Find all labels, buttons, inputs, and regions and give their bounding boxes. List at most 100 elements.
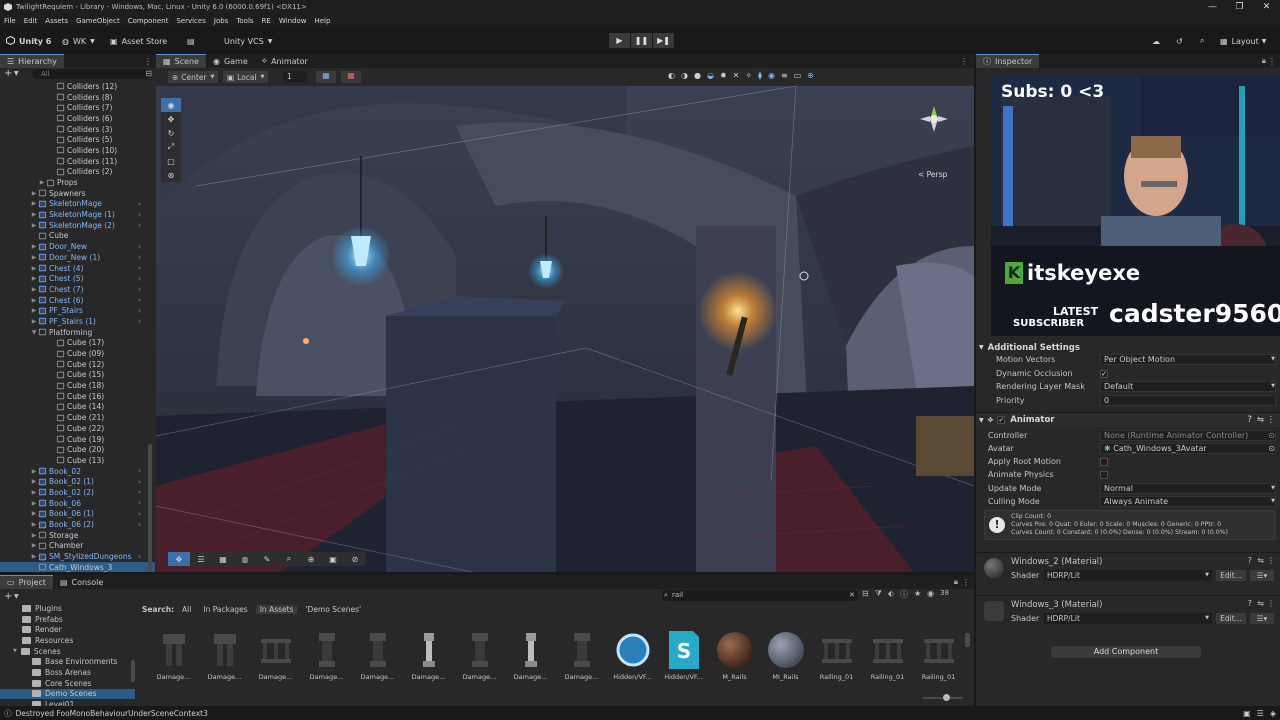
grid-icon[interactable]: ▦ — [212, 552, 234, 566]
hierarchy-item[interactable]: Colliders (12) — [0, 81, 155, 92]
folder-item[interactable]: Base Environments — [0, 656, 135, 667]
hierarchy-scrollbar[interactable] — [148, 444, 152, 572]
filter-demo-scenes[interactable]: 'Demo Scenes' — [301, 605, 365, 614]
folder-item[interactable]: Render — [0, 624, 135, 635]
asset-item[interactable]: Damage... — [454, 630, 505, 681]
expand-arrow-icon[interactable]: ▶ — [30, 307, 38, 314]
scene-viewport[interactable]: ◉ ✥ ↻ ⤢ ▢ ⊛ < Persp ✥ ☰ ▦ ◍ ✎ ⌕ ⊕ ▣ ⊘ — [156, 86, 974, 572]
expand-arrow-icon[interactable]: ▶ — [30, 297, 38, 304]
hierarchy-item[interactable]: Cube (13) — [0, 455, 155, 466]
open-prefab-icon[interactable]: › — [138, 467, 141, 475]
help-icon[interactable]: ? — [1247, 415, 1252, 425]
add-asset-button[interactable]: + — [4, 591, 12, 602]
hierarchy-item[interactable]: ▶ SM_StylizedDungeons › — [0, 551, 155, 562]
move-tool-icon[interactable]: ✥ — [161, 112, 181, 126]
expand-arrow-icon[interactable]: ▼ — [30, 329, 38, 336]
effects-icon[interactable]: ⧫ — [758, 71, 762, 80]
folder-item[interactable]: Level01 — [0, 699, 135, 706]
chevron-down-icon[interactable]: ▼ — [14, 593, 19, 600]
expand-arrow-icon[interactable]: ▶ — [30, 478, 38, 485]
open-prefab-icon[interactable]: › — [138, 510, 141, 518]
hierarchy-item[interactable]: Colliders (2) — [0, 167, 155, 178]
search-icon[interactable]: ⌕ — [1200, 34, 1204, 48]
shaded-icon[interactable]: ◑ — [681, 71, 688, 80]
preset-icon[interactable]: ⇋ — [1257, 599, 1264, 608]
animator-enabled-checkbox[interactable]: ✓ — [997, 416, 1006, 424]
hierarchy-search-input[interactable]: All — [32, 69, 150, 79]
edit-shader-button[interactable]: Edit... — [1216, 570, 1246, 581]
menu-component[interactable]: Component — [124, 17, 173, 25]
hierarchy-item[interactable]: ▶ Props — [0, 177, 155, 188]
shader-dropdown[interactable]: HDRP/Lit ▼ — [1044, 613, 1212, 624]
folder-item[interactable]: Plugins — [0, 603, 135, 614]
hierarchy-item[interactable]: Colliders (10) — [0, 145, 155, 156]
hierarchy-item[interactable]: ▶ Chest (5) › — [0, 273, 155, 284]
info-icon[interactable]: ⓘ — [900, 589, 908, 600]
hierarchy-item[interactable]: Cath_Windows_3 — [0, 561, 155, 572]
layers-icon[interactable]: ≡ — [781, 71, 788, 80]
open-prefab-icon[interactable]: › — [138, 317, 141, 325]
expand-arrow-icon[interactable]: ▶ — [30, 510, 38, 517]
favorite-icon[interactable]: ★ — [914, 589, 921, 600]
pause-button[interactable]: ❚❚ — [631, 33, 652, 48]
expand-arrow-icon[interactable]: ▼ — [13, 648, 17, 654]
hierarchy-item[interactable]: Cube (20) — [0, 444, 155, 455]
more-options-icon[interactable]: ⋮ — [1267, 599, 1275, 608]
asset-item[interactable]: Railing_01 — [811, 630, 862, 681]
open-prefab-icon[interactable]: › — [138, 553, 141, 561]
expand-arrow-icon[interactable]: ▶ — [30, 286, 38, 293]
fx-icon[interactable]: ✧ — [745, 71, 752, 80]
grid-snap-button[interactable]: ▦ — [316, 71, 336, 83]
open-prefab-icon[interactable]: › — [138, 211, 141, 219]
scale-tool-icon[interactable]: ⤢ — [161, 140, 181, 154]
lighting-icon[interactable]: ✹ — [720, 71, 727, 80]
visibility-icon[interactable]: ◉ — [768, 71, 775, 80]
asset-item[interactable]: S Hidden/VF... — [658, 630, 709, 681]
asset-item[interactable]: Damage... — [556, 630, 607, 681]
unity-account-button[interactable]: Unity 6 — [6, 34, 51, 48]
open-prefab-icon[interactable]: › — [138, 221, 141, 229]
shader-menu-icon[interactable]: ☰▾ — [1250, 570, 1274, 581]
lock-icon[interactable]: 🔒︎ — [1262, 56, 1266, 66]
more-options-icon[interactable]: ⋮ — [1267, 556, 1275, 565]
folder-item[interactable]: Prefabs — [0, 614, 135, 625]
thumbnail-size-slider[interactable] — [923, 694, 963, 701]
help-icon[interactable]: ? — [1248, 599, 1252, 608]
asset-item[interactable]: Damage... — [148, 630, 199, 681]
expand-arrow-icon[interactable]: ▶ — [30, 532, 38, 539]
clear-search-icon[interactable]: ✕ — [849, 590, 855, 601]
hierarchy-item[interactable]: ▶ Book_02 (1) › — [0, 476, 155, 487]
open-prefab-icon[interactable]: › — [138, 499, 141, 507]
visibility-icon[interactable]: ◉ — [927, 589, 934, 600]
dynamic-occlusion-checkbox[interactable]: ✓ — [1100, 369, 1108, 378]
expand-arrow-icon[interactable]: ▶ — [30, 521, 38, 528]
asset-item[interactable]: Damage... — [250, 630, 301, 681]
store-extra-icon[interactable]: ▤ — [187, 34, 195, 48]
hierarchy-item[interactable]: Cube (12) — [0, 359, 155, 370]
expand-arrow-icon[interactable]: ▶ — [30, 318, 38, 325]
rect-tool-icon[interactable]: ▢ — [161, 154, 181, 168]
expand-arrow-icon[interactable]: ▶ — [30, 265, 38, 272]
account-dropdown[interactable]: ◍ WK ▼ — [62, 34, 95, 48]
asset-store-button[interactable]: ▣ Asset Store — [110, 34, 167, 48]
update-mode-dropdown[interactable]: Normal ▼ — [1100, 483, 1276, 494]
more-options-icon[interactable]: ⋮ — [960, 57, 968, 66]
hierarchy-item[interactable]: Cube (09) — [0, 348, 155, 359]
camera-icon[interactable]: ▭ — [794, 71, 802, 80]
lock-icon[interactable]: 🔒︎ — [954, 577, 958, 587]
hierarchy-item[interactable]: ▶ SkeletonMage › — [0, 199, 155, 210]
asset-item[interactable]: M_Rails — [709, 630, 760, 681]
hierarchy-item[interactable]: ▶ Book_06 › — [0, 498, 155, 509]
menu-edit[interactable]: Edit — [20, 17, 42, 25]
hierarchy-item[interactable]: Colliders (8) — [0, 92, 155, 103]
expand-arrow-icon[interactable]: ▶ — [30, 468, 38, 475]
preset-icon[interactable]: ⇋ — [1257, 415, 1264, 425]
hierarchy-item[interactable]: Cube (21) — [0, 412, 155, 423]
menu-re[interactable]: RE — [258, 17, 275, 25]
more-options-icon[interactable]: ⋮ — [962, 578, 970, 587]
expand-arrow-icon[interactable]: ▶ — [30, 500, 38, 507]
search-by-type-icon[interactable]: ⊟ — [862, 589, 869, 600]
menu-gameobject[interactable]: GameObject — [72, 17, 124, 25]
hierarchy-item[interactable]: ▶ Spawners — [0, 188, 155, 199]
maximize-button[interactable]: ❐ — [1226, 0, 1253, 14]
